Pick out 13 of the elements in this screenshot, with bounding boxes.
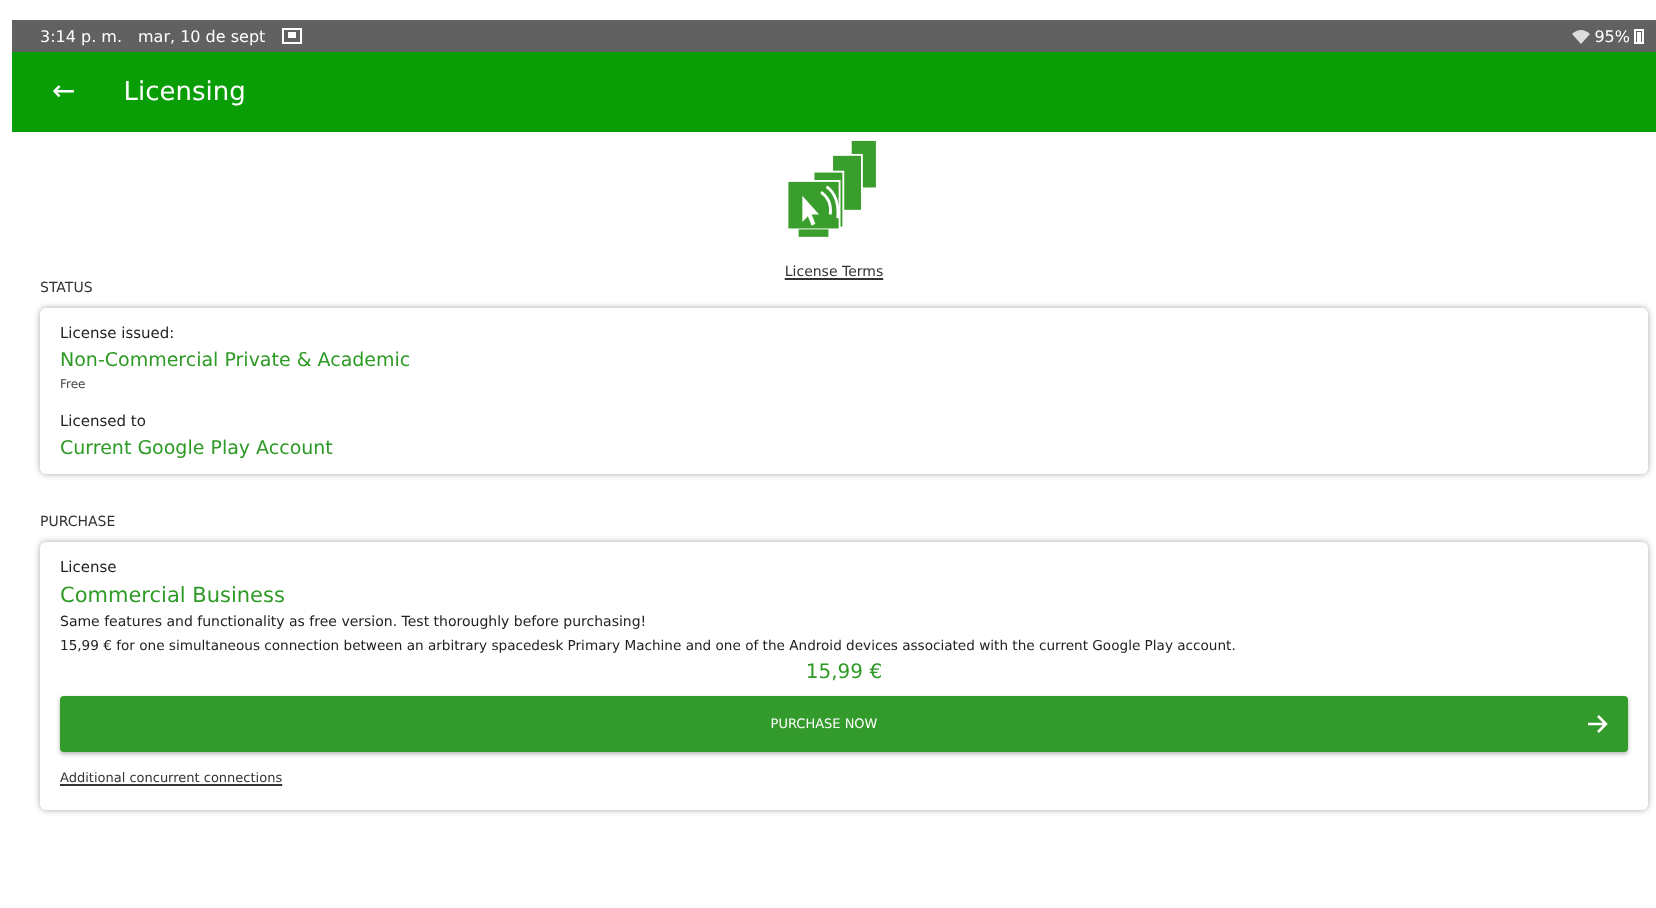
field-value: Non-Commercial Private & Academic — [60, 350, 413, 372]
wifi-icon — [1572, 28, 1591, 44]
page-title: Licensing — [123, 77, 246, 107]
battery-icon — [1634, 28, 1644, 44]
field-value: Current Google Play Account — [60, 438, 335, 460]
battery-level: 95% — [1594, 27, 1630, 45]
price: 15,99 € — [803, 662, 885, 684]
notification-icon — [281, 28, 302, 44]
back-button[interactable]: ← — [44, 76, 84, 108]
status-date: mar, 10 de sept — [138, 27, 266, 45]
arrow-right-icon — [1588, 714, 1609, 734]
license-title: Commercial Business — [60, 584, 287, 608]
status-time: 3:14 p. m. — [40, 27, 123, 45]
